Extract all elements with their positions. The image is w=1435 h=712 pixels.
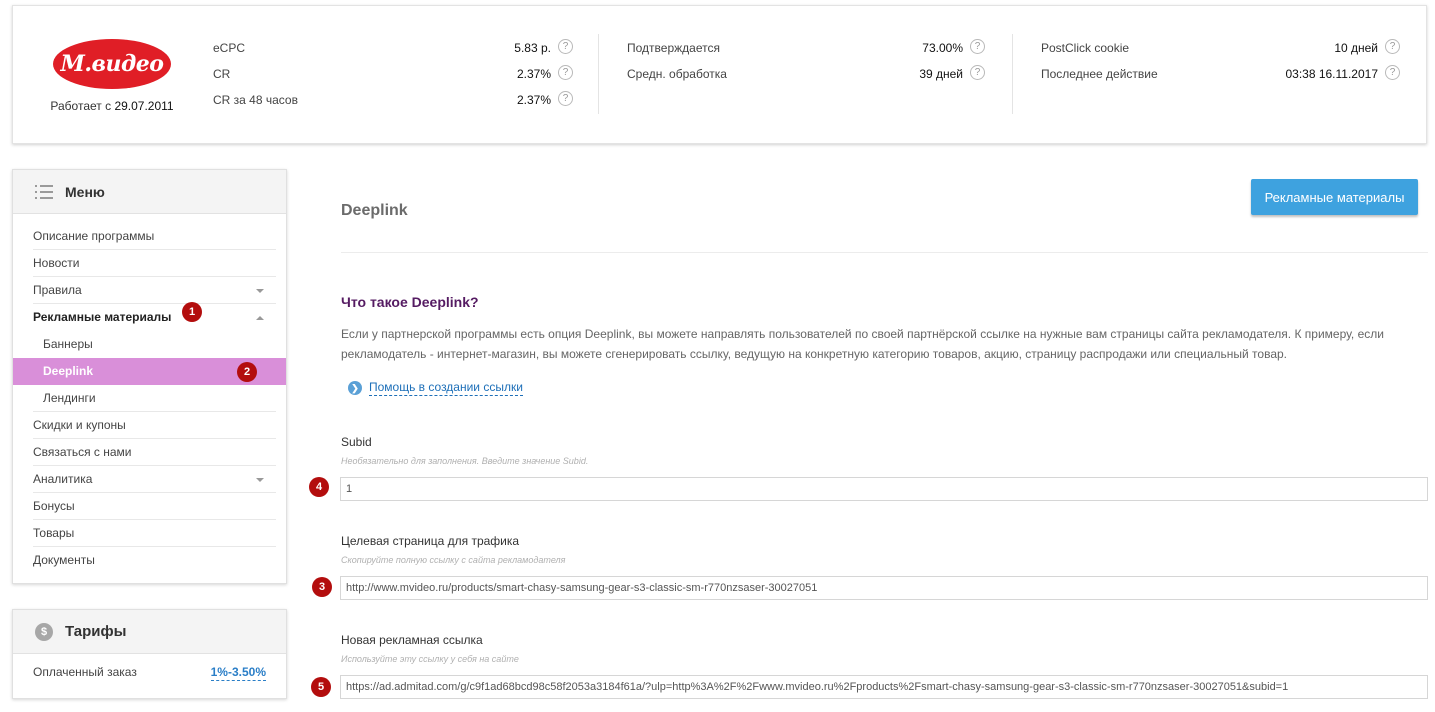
help-question-icon[interactable]: ?: [970, 65, 985, 80]
stats-column-3: PostClick cookie 10 дней ? Последнее дей…: [1041, 39, 1400, 91]
sidebar-item-news[interactable]: Новости: [13, 250, 286, 277]
tariff-row: Оплаченный заказ 1%-3.50%: [33, 662, 266, 684]
chevron-down-icon: [256, 478, 264, 482]
stat-label: CR за 48 часов: [213, 93, 298, 107]
sidebar-item-banners[interactable]: Баннеры: [13, 331, 286, 358]
sidebar-item-label: Рекламные материалы: [33, 310, 172, 324]
page-title: Deeplink: [341, 202, 408, 219]
tariffs-card: $ Тарифы Оплаченный заказ 1%-3.50%: [12, 609, 287, 699]
stat-row-postclick: PostClick cookie 10 дней ?: [1041, 39, 1400, 65]
merchant-since-date: 29.07.2011: [114, 99, 174, 113]
stat-row-processing: Средн. обработка 39 дней ?: [627, 65, 985, 91]
generated-link-input[interactable]: [340, 675, 1428, 699]
annotation-badge-3: 3: [312, 577, 332, 597]
sidebar-item-promo-materials[interactable]: Рекламные материалы: [13, 304, 286, 331]
menu-title: Меню: [65, 184, 105, 200]
stat-value: 73.00%: [922, 41, 963, 55]
sidebar-item-products[interactable]: Товары: [13, 520, 286, 547]
sidebar-item-contact[interactable]: Связаться с нами: [13, 439, 286, 466]
stat-label: Последнее действие: [1041, 67, 1158, 81]
merchant-logo: М.видео: [53, 39, 171, 89]
section-title: Что такое Deeplink?: [341, 294, 479, 310]
help-question-icon[interactable]: ?: [558, 91, 573, 106]
target-url-hint: Скопируйте полную ссылку с сайта рекламо…: [341, 555, 566, 565]
chevron-down-icon: [256, 289, 264, 293]
stat-value: 5.83 р.: [514, 41, 551, 55]
subid-hint: Необязательно для заполнения. Введите зн…: [341, 456, 589, 466]
sidebar-item-description[interactable]: Описание программы: [13, 223, 286, 250]
annotation-badge-5: 5: [311, 677, 331, 697]
subid-label: Subid: [341, 435, 372, 449]
sidebar-item-label: Правила: [33, 283, 82, 297]
stat-value: 2.37%: [516, 93, 551, 107]
help-question-icon[interactable]: ?: [1385, 65, 1400, 80]
sidebar-item-documents[interactable]: Документы: [13, 547, 286, 574]
merchant-logo-ellipse: М.видео: [53, 39, 171, 89]
stat-row-cr: CR 2.37% ?: [213, 65, 573, 91]
merchant-since: Работает с 29.07.2011: [47, 99, 177, 113]
help-link-text[interactable]: Помощь в создании ссылки: [369, 380, 523, 396]
stat-value: 10 дней: [1334, 41, 1378, 55]
stat-value: 39 дней: [919, 67, 963, 81]
stat-label: Средн. обработка: [627, 67, 727, 81]
help-question-icon[interactable]: ?: [558, 65, 573, 80]
stat-label: PostClick cookie: [1041, 41, 1130, 55]
tariffs-title: Тарифы: [65, 623, 127, 640]
help-question-icon[interactable]: ?: [1385, 39, 1400, 54]
stat-label: CR: [213, 67, 231, 81]
stat-row-ecpc: eCPC 5.83 р. ?: [213, 39, 573, 65]
sidebar-item-landings[interactable]: Лендинги: [13, 385, 286, 412]
menu-list: Описание программы Новости Правила Рекла…: [13, 223, 286, 574]
subid-input[interactable]: [340, 477, 1428, 501]
annotation-badge-2: 2: [237, 362, 257, 382]
header-divider: [341, 252, 1428, 253]
coin-icon: $: [35, 623, 53, 641]
stat-value: 03:38 16.11.2017: [1285, 67, 1378, 81]
program-stats-card: М.видео Работает с 29.07.2011 eCPC 5.83 …: [12, 5, 1427, 144]
promo-materials-button[interactable]: Рекламные материалы: [1251, 179, 1418, 215]
chevron-up-icon: [256, 316, 264, 320]
stat-label: eCPC: [213, 41, 246, 55]
stats-column-2: Подтверждается 73.00% ? Средн. обработка…: [627, 39, 985, 91]
stat-row-approval: Подтверждается 73.00% ?: [627, 39, 985, 65]
generated-link-hint: Используйте эту ссылку у себя на сайте: [341, 654, 519, 664]
help-question-icon[interactable]: ?: [970, 39, 985, 54]
sidebar-item-rules[interactable]: Правила: [13, 277, 286, 304]
sidebar-item-bonuses[interactable]: Бонусы: [13, 493, 286, 520]
target-url-label: Целевая страница для трафика: [341, 534, 520, 548]
sidebar-item-label: Аналитика: [33, 472, 93, 486]
merchant-logo-text: М.видео: [60, 51, 164, 77]
help-link[interactable]: ❯ Помощь в создании ссылки: [348, 380, 523, 396]
annotation-badge-4: 4: [309, 477, 329, 497]
stat-value: 2.37%: [516, 67, 551, 81]
list-menu-icon: [35, 185, 53, 199]
target-url-input[interactable]: [340, 576, 1428, 600]
stat-row-last-action: Последнее действие 03:38 16.11.2017 ?: [1041, 65, 1400, 91]
tariff-value-link[interactable]: 1%-3.50%: [210, 665, 266, 681]
menu-header: Меню: [13, 170, 286, 214]
help-question-icon[interactable]: ?: [558, 39, 573, 54]
stats-divider: [598, 34, 599, 114]
annotation-badge-1: 1: [182, 302, 202, 322]
merchant-since-label: Работает с: [50, 99, 112, 113]
sidebar-item-coupons[interactable]: Скидки и купоны: [13, 412, 286, 439]
stats-divider: [1012, 34, 1013, 114]
tariff-label: Оплаченный заказ: [33, 665, 137, 679]
stat-row-cr-48h: CR за 48 часов 2.37% ?: [213, 91, 573, 117]
stat-label: Подтверждается: [627, 41, 720, 55]
chevron-right-icon: ❯: [348, 381, 362, 395]
sidebar-item-analytics[interactable]: Аналитика: [13, 466, 286, 493]
tariffs-header: $ Тарифы: [13, 610, 286, 654]
stats-column-1: eCPC 5.83 р. ? CR 2.37% ? CR за 48 часов…: [213, 39, 573, 117]
generated-link-label: Новая рекламная ссылка: [341, 633, 483, 647]
section-description: Если у партнерской программы есть опция …: [341, 327, 1384, 361]
